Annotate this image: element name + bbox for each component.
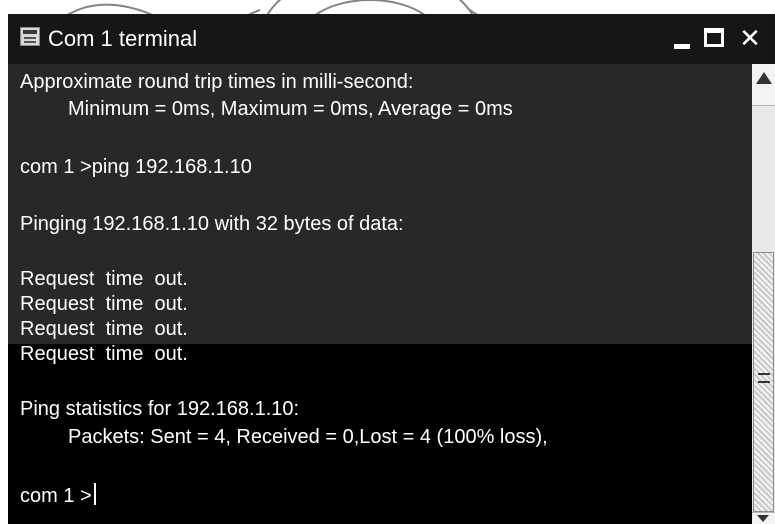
console-line: Minimum = 0ms, Maximum = 0ms, Average = … — [68, 98, 513, 120]
minimize-button[interactable] — [666, 24, 696, 54]
console-line: Packets: Sent = 4, Received = 0,Lost = 4… — [68, 426, 548, 448]
console-line: Request time out. — [20, 268, 188, 290]
console-line: Request time out. — [20, 343, 188, 365]
maximize-button[interactable] — [699, 24, 729, 54]
command-prompt: com 1 > — [20, 485, 92, 507]
close-icon: ✕ — [739, 24, 761, 54]
console-line: Request time out. — [20, 293, 188, 315]
minimize-icon — [674, 44, 690, 49]
maximize-icon — [704, 28, 724, 47]
console-line: Pinging 192.168.1.10 with 32 bytes of da… — [20, 213, 404, 235]
terminal-icon[interactable] — [20, 27, 40, 46]
console-line: Request time out. — [20, 318, 188, 340]
vertical-scrollbar[interactable] — [752, 64, 775, 524]
console-line: com 1 >ping 192.168.1.10 — [20, 156, 252, 178]
scrollbar-thumb[interactable] — [753, 252, 774, 512]
title-bar[interactable]: Com 1 terminal ✕ — [8, 14, 775, 64]
window-title: Com 1 terminal — [48, 26, 198, 51]
terminal-output[interactable]: Approximate round trip times in milli-se… — [8, 64, 752, 524]
scroll-down-icon[interactable] — [752, 512, 775, 524]
text-cursor — [93, 483, 96, 505]
terminal-window: Com 1 terminal ✕ Approximate round trip … — [8, 14, 775, 524]
command-prompt-line[interactable]: com 1 > — [20, 483, 96, 508]
scroll-up-icon[interactable] — [752, 64, 775, 106]
close-button[interactable]: ✕ — [735, 24, 765, 54]
grip-icon — [758, 373, 770, 383]
console-line: Ping statistics for 192.168.1.10: — [20, 398, 300, 420]
console-line: Approximate round trip times in milli-se… — [20, 71, 414, 93]
